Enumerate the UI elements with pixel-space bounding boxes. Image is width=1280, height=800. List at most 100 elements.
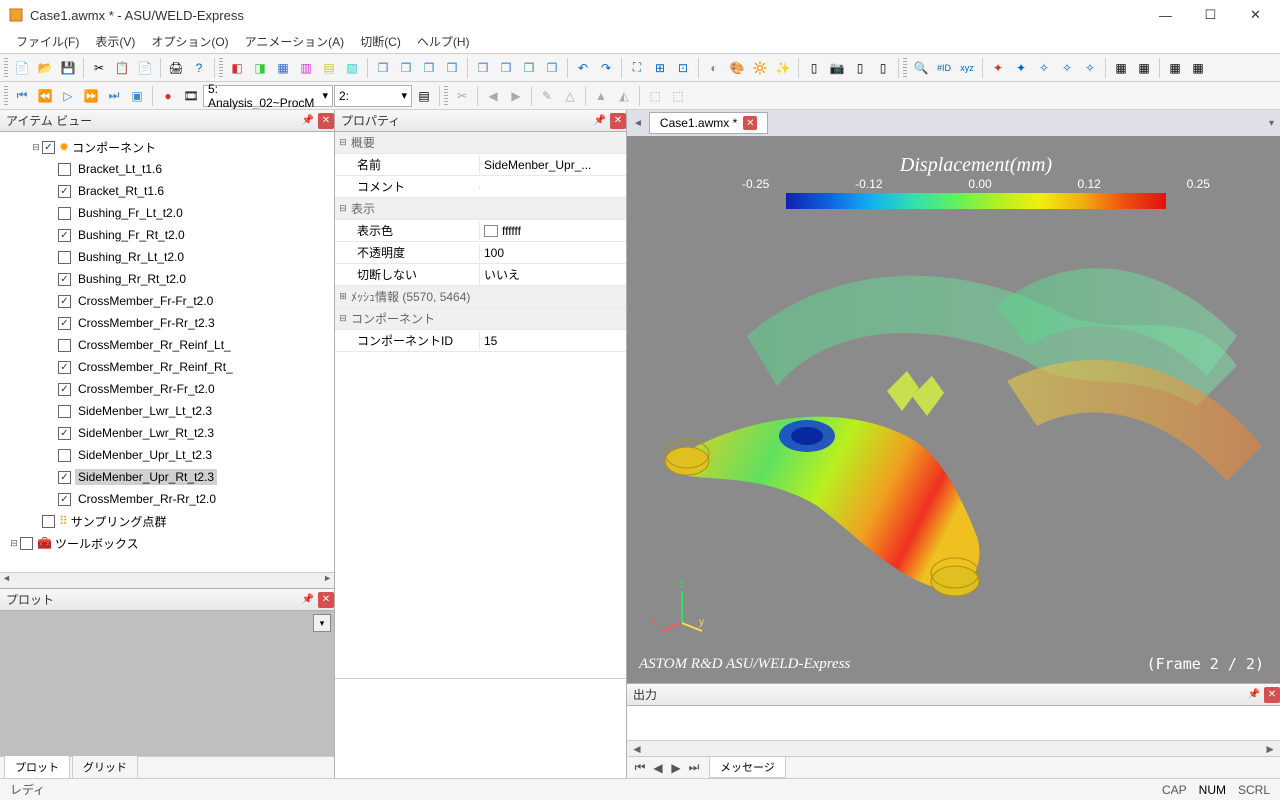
misc1-icon[interactable]: ▦	[1110, 57, 1132, 79]
tree-checkbox[interactable]	[58, 229, 71, 242]
open-icon[interactable]: 📂	[34, 57, 56, 79]
pin-icon[interactable]: 📌	[300, 113, 316, 129]
menu-file[interactable]: ファイル(F)	[8, 30, 87, 53]
camera-icon[interactable]: 📷	[826, 57, 848, 79]
cube4-icon[interactable]: ❒	[441, 57, 463, 79]
analysis-select[interactable]: 5: Analysis_02~ProcM▾	[203, 85, 333, 107]
copy-icon[interactable]: 📋	[111, 57, 133, 79]
cube7-icon[interactable]: ❒	[518, 57, 540, 79]
tree-checkbox[interactable]	[58, 185, 71, 198]
pick-icon[interactable]: 🔍	[910, 57, 932, 79]
help-icon[interactable]: ?	[188, 57, 210, 79]
pin-icon[interactable]: 📌	[1246, 687, 1262, 703]
tree-checkbox[interactable]	[58, 405, 71, 418]
tree-item-label[interactable]: Bushing_Fr_Rt_t2.0	[75, 227, 188, 243]
prop-name-val[interactable]: SideMenber_Upr_...	[479, 156, 626, 174]
output-hscroll[interactable]: ◄►	[627, 740, 1280, 756]
tree-item[interactable]: CrossMember_Rr_Reinf_Lt_	[2, 334, 332, 356]
view3-icon[interactable]: ▦	[272, 57, 294, 79]
tree-item-label[interactable]: Bracket_Lt_t1.6	[75, 161, 165, 177]
save-icon[interactable]: 💾	[57, 57, 79, 79]
tree-item[interactable]: Bushing_Fr_Lt_t2.0	[2, 202, 332, 224]
tool3-icon[interactable]: ▲	[590, 85, 612, 107]
record-icon[interactable]: ●	[157, 85, 179, 107]
menu-help[interactable]: ヘルプ(H)	[409, 30, 478, 53]
tree-checkbox[interactable]	[58, 427, 71, 440]
tree-item[interactable]: SideMenber_Lwr_Rt_t2.3	[2, 422, 332, 444]
minimize-button[interactable]: ―	[1143, 1, 1188, 29]
view1-icon[interactable]: ◧	[226, 57, 248, 79]
prop-opacity-val[interactable]: 100	[479, 244, 626, 262]
tree-item-label[interactable]: CrossMember_Fr-Rr_t2.3	[75, 315, 218, 331]
close-button[interactable]: ✕	[1233, 1, 1278, 29]
close-icon[interactable]: ✕	[1264, 687, 1280, 703]
redo-icon[interactable]: ↷	[595, 57, 617, 79]
tree-checkbox[interactable]	[58, 449, 71, 462]
tree-item-label[interactable]: CrossMember_Rr-Fr_t2.0	[75, 381, 218, 397]
tree-checkbox[interactable]	[58, 163, 71, 176]
output-body[interactable]	[627, 706, 1280, 740]
tree-item-label[interactable]: CrossMember_Rr-Rr_t2.0	[75, 491, 219, 507]
tree-checkbox[interactable]	[58, 273, 71, 286]
misc4-icon[interactable]: ▦	[1187, 57, 1209, 79]
win4-icon[interactable]: ▯	[872, 57, 894, 79]
document-tab[interactable]: Case1.awmx * ✕	[649, 112, 768, 134]
prev-icon[interactable]: ⏪	[34, 85, 56, 107]
prop-cat-mesh[interactable]: ﾒｯｼｭ情報 (5570, 5464)	[349, 286, 479, 307]
plot-dropdown[interactable]: ▾	[313, 614, 331, 632]
tree-checkbox[interactable]	[58, 295, 71, 308]
tree-item[interactable]: SideMenber_Upr_Rt_t2.3	[2, 466, 332, 488]
view4-icon[interactable]: ▥	[295, 57, 317, 79]
menu-animation[interactable]: アニメーション(A)	[237, 30, 353, 53]
tree-root[interactable]: コンポーネント	[69, 138, 159, 157]
cube5-icon[interactable]: ❒	[472, 57, 494, 79]
menu-cut[interactable]: 切断(C)	[352, 30, 409, 53]
tree-item-label[interactable]: CrossMember_Fr-Fr_t2.0	[75, 293, 216, 309]
tab-menu-icon[interactable]: ▾	[1269, 118, 1274, 129]
prop-color-val[interactable]: ffffff	[479, 222, 626, 240]
cube3-icon[interactable]: ❒	[418, 57, 440, 79]
movie-icon[interactable]: 🎞	[180, 85, 202, 107]
tree-checkbox[interactable]	[58, 471, 71, 484]
tree-item[interactable]: Bracket_Rt_t1.6	[2, 180, 332, 202]
view6-icon[interactable]: ▧	[341, 57, 363, 79]
tree-item-label[interactable]: SideMenber_Lwr_Lt_t2.3	[75, 403, 215, 419]
node1-icon[interactable]: ✦	[987, 57, 1009, 79]
out-last-icon[interactable]: ⏭	[687, 760, 701, 775]
tree-sampling[interactable]: サンプリング点群	[68, 512, 170, 531]
node4-icon[interactable]: ✧	[1056, 57, 1078, 79]
close-icon[interactable]: ✕	[318, 113, 334, 129]
shade3-icon[interactable]: 🔆	[749, 57, 771, 79]
out-first-icon[interactable]: ⏮	[633, 760, 647, 775]
tree-checkbox[interactable]	[58, 339, 71, 352]
tree-item[interactable]: CrossMember_Fr-Fr_t2.0	[2, 290, 332, 312]
first-icon[interactable]: ⏮	[11, 85, 33, 107]
cut-icon[interactable]: ✂	[88, 57, 110, 79]
step-select[interactable]: 2:▾	[334, 85, 412, 107]
tree-item[interactable]: CrossMember_Rr-Fr_t2.0	[2, 378, 332, 400]
out-prev-icon[interactable]: ◀	[651, 761, 665, 775]
3d-viewport[interactable]: Displacement(mm) -0.25 -0.12 0.00 0.12 0…	[627, 136, 1280, 683]
undo-icon[interactable]: ↶	[572, 57, 594, 79]
last-icon[interactable]: ⏭	[103, 85, 125, 107]
tree-checkbox[interactable]	[58, 251, 71, 264]
tree-checkbox[interactable]	[58, 207, 71, 220]
pin-icon[interactable]: 📌	[300, 592, 316, 608]
shade2-icon[interactable]: 🎨	[726, 57, 748, 79]
section1-icon[interactable]: ✂	[451, 85, 473, 107]
tool4-icon[interactable]: ◭	[613, 85, 635, 107]
tree-checkbox[interactable]	[58, 493, 71, 506]
stop-icon[interactable]: ▣	[126, 85, 148, 107]
tree-item-label[interactable]: Bushing_Fr_Lt_t2.0	[75, 205, 186, 221]
tree-checkbox[interactable]	[58, 317, 71, 330]
tree-item[interactable]: SideMenber_Upr_Lt_t2.3	[2, 444, 332, 466]
tree-checkbox[interactable]	[58, 361, 71, 374]
prop-cat-overview[interactable]: 概要	[349, 132, 479, 153]
view5-icon[interactable]: ▤	[318, 57, 340, 79]
shade4-icon[interactable]: ✨	[772, 57, 794, 79]
tree-item[interactable]: Bracket_Lt_t1.6	[2, 158, 332, 180]
paste-icon[interactable]: 📄	[134, 57, 156, 79]
prop-cat-comp[interactable]: コンポーネント	[349, 308, 479, 329]
view2-icon[interactable]: ◨	[249, 57, 271, 79]
tree-item[interactable]: CrossMember_Rr_Reinf_Rt_	[2, 356, 332, 378]
